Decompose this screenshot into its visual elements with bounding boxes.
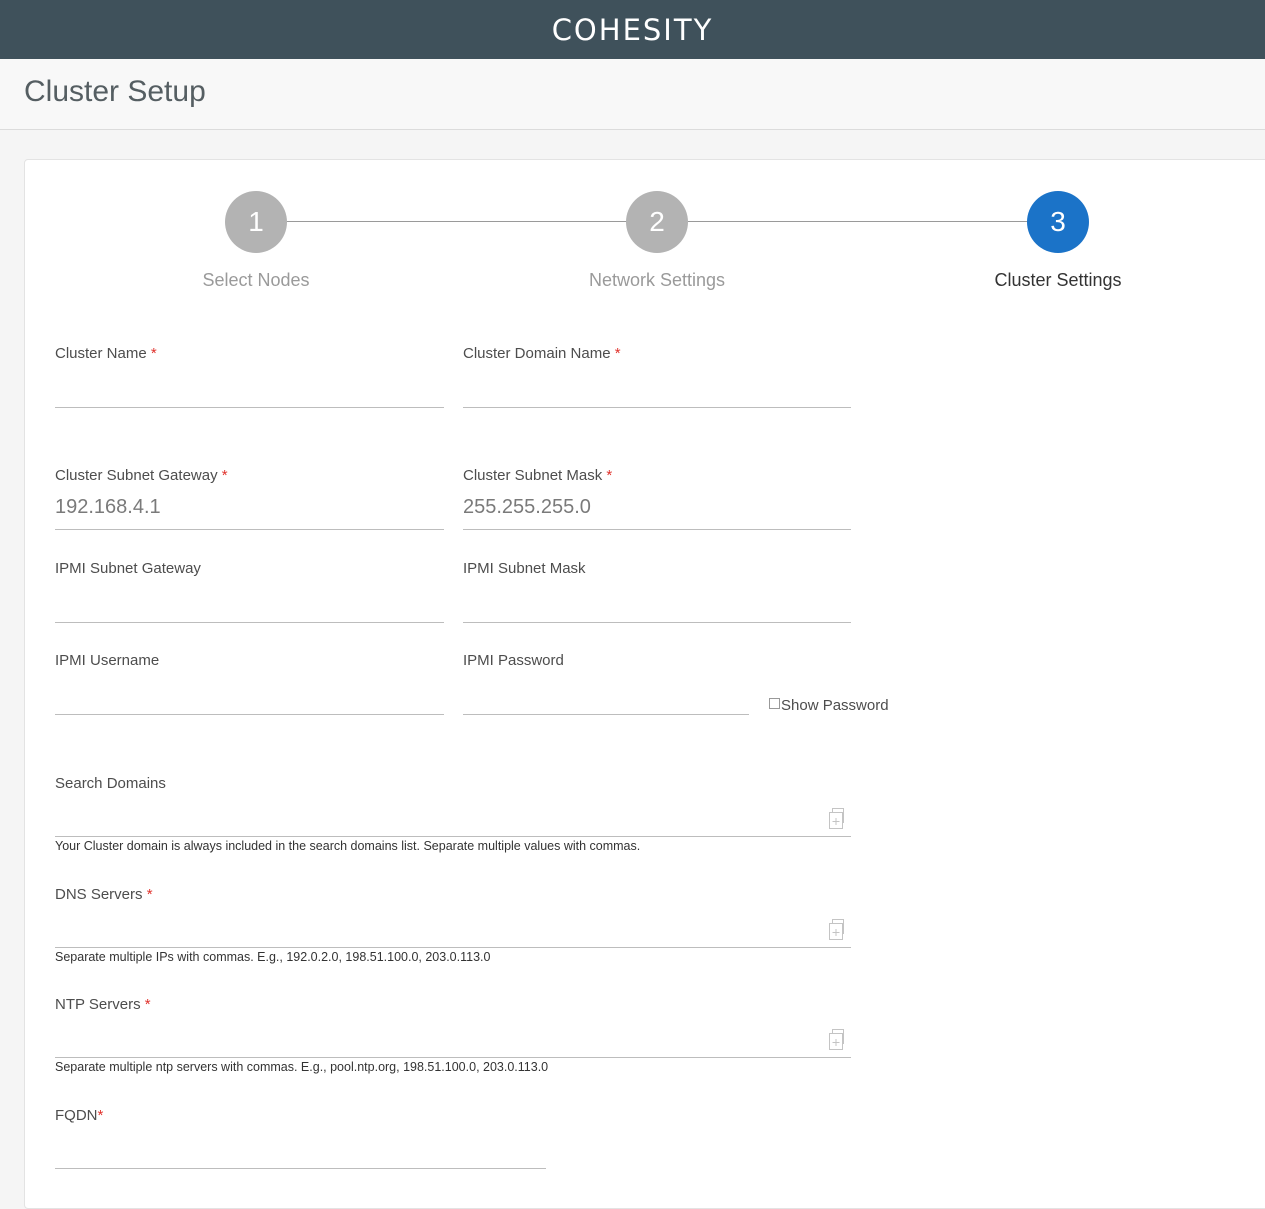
ipmi-username-input[interactable]	[55, 714, 444, 715]
fqdn-input[interactable]	[55, 1168, 546, 1169]
copy-paste-icon[interactable]	[828, 1029, 848, 1051]
dns-servers-input[interactable]	[55, 947, 851, 948]
ipmi-password-input[interactable]	[463, 714, 749, 715]
search-domains-label: Search Domains	[55, 775, 166, 792]
cluster-subnet-gateway-underline	[55, 529, 444, 530]
step-2-label: Network Settings	[588, 270, 726, 290]
ipmi-username-label: IPMI Username	[55, 652, 160, 669]
step-1-circle[interactable]: 1	[225, 191, 287, 253]
required-marker: *	[606, 467, 613, 484]
ipmi-subnet-mask-label: IPMI Subnet Mask	[463, 560, 586, 577]
cluster-domain-name-input[interactable]	[463, 407, 851, 408]
required-marker: *	[97, 1107, 104, 1124]
page-header: Cluster Setup	[0, 59, 1265, 130]
ipmi-password-label: IPMI Password	[463, 652, 564, 669]
cluster-name-label: Cluster Name *	[55, 345, 157, 362]
ntp-servers-label: NTP Servers *	[55, 996, 151, 1013]
step-3-label: Cluster Settings	[994, 270, 1122, 290]
cohesity-logo: COHESITY	[551, 12, 714, 47]
cluster-subnet-mask-underline	[463, 529, 851, 530]
ntp-servers-input[interactable]	[55, 1057, 851, 1058]
required-marker: *	[221, 467, 228, 484]
cluster-subnet-gateway-input[interactable]: 192.168.4.1	[55, 496, 161, 519]
copy-paste-icon[interactable]	[828, 919, 848, 941]
dns-servers-helper: Separate multiple IPs with commas. E.g.,…	[55, 950, 491, 964]
page-title: Cluster Setup	[24, 75, 206, 108]
cluster-subnet-mask-label: Cluster Subnet Mask *	[463, 467, 612, 484]
stepper-connector-1-2	[287, 221, 627, 222]
cluster-subnet-gateway-label-text: Cluster Subnet Gateway	[55, 467, 218, 484]
ipmi-subnet-mask-input[interactable]	[463, 622, 851, 623]
search-domains-input[interactable]	[55, 836, 851, 837]
required-marker: *	[150, 345, 157, 362]
setup-card	[24, 159, 1265, 1209]
cluster-name-label-text: Cluster Name	[55, 345, 147, 362]
ipmi-subnet-gateway-label: IPMI Subnet Gateway	[55, 560, 201, 577]
cluster-subnet-gateway-label: Cluster Subnet Gateway *	[55, 467, 228, 484]
show-password-checkbox[interactable]	[769, 698, 780, 709]
cluster-domain-name-label-text: Cluster Domain Name	[463, 345, 611, 362]
dns-servers-label-text: DNS Servers	[55, 886, 143, 903]
dns-servers-label: DNS Servers *	[55, 886, 153, 903]
fqdn-label: FQDN*	[55, 1107, 103, 1124]
cluster-subnet-mask-label-text: Cluster Subnet Mask	[463, 467, 603, 484]
required-marker: *	[614, 345, 621, 362]
search-domains-helper: Your Cluster domain is always included i…	[55, 839, 641, 853]
required-marker: *	[146, 886, 153, 903]
step-2-circle[interactable]: 2	[626, 191, 688, 253]
required-marker: *	[144, 996, 151, 1013]
copy-paste-icon[interactable]	[828, 808, 848, 830]
show-password-label[interactable]: Show Password	[781, 697, 889, 714]
fqdn-label-text: FQDN	[55, 1107, 98, 1124]
step-2-number: 2	[649, 206, 665, 237]
step-3-circle[interactable]: 3	[1027, 191, 1089, 253]
ntp-servers-helper: Separate multiple ntp servers with comma…	[55, 1060, 549, 1074]
step-3-number: 3	[1050, 206, 1066, 237]
top-bar: COHESITY	[0, 0, 1265, 59]
cluster-subnet-mask-input[interactable]: 255.255.255.0	[463, 496, 591, 519]
cluster-name-input[interactable]	[55, 407, 444, 408]
ntp-servers-label-text: NTP Servers	[55, 996, 141, 1013]
step-1-label: Select Nodes	[202, 270, 310, 290]
step-1-number: 1	[248, 206, 264, 237]
cluster-domain-name-label: Cluster Domain Name *	[463, 345, 621, 362]
stepper-connector-2-3	[688, 221, 1028, 222]
ipmi-subnet-gateway-input[interactable]	[55, 622, 444, 623]
